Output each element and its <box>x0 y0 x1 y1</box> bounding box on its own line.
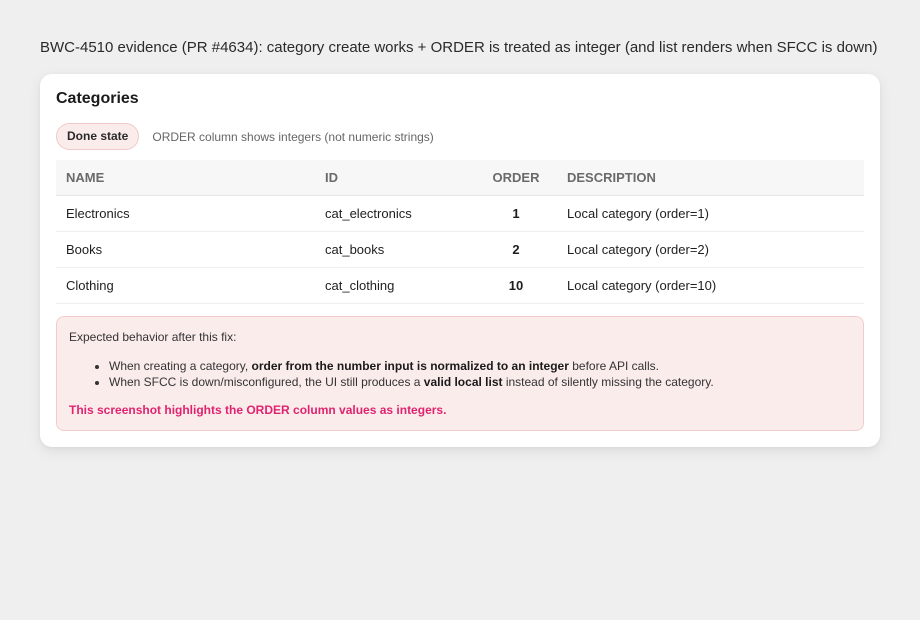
table-row[interactable]: Books cat_books 2 Local category (order=… <box>56 231 864 268</box>
cell-name: Clothing <box>56 267 315 304</box>
notice-highlight: This screenshot highlights the ORDER col… <box>69 403 447 417</box>
cell-description: Local category (order=10) <box>557 267 864 304</box>
cell-order: 2 <box>475 231 557 268</box>
card-title: Categories <box>56 90 139 107</box>
cell-id: cat_clothing <box>315 267 475 304</box>
cell-name: Books <box>56 231 315 268</box>
list-item-emphasis: order from the number input is normalize… <box>251 359 569 373</box>
expected-behavior-notice: Expected behavior after this fix: When c… <box>56 316 864 431</box>
column-header-order[interactable]: ORDER <box>475 160 557 196</box>
cell-name: Electronics <box>56 195 315 232</box>
list-item-text: When creating a category, <box>109 359 252 373</box>
status-row: Done state ORDER column shows integers (… <box>56 123 434 150</box>
list-item: When SFCC is down/misconfigured, the UI … <box>109 374 851 390</box>
table-header-row: NAME ID ORDER DESCRIPTION <box>56 160 864 196</box>
list-item-text: When SFCC is down/misconfigured, the UI … <box>109 375 424 389</box>
cell-id: cat_electronics <box>315 195 475 232</box>
cell-order: 10 <box>475 267 557 304</box>
notice-list: When creating a category, order from the… <box>69 358 851 390</box>
column-header-id[interactable]: ID <box>315 160 475 196</box>
categories-card: Categories Done state ORDER column shows… <box>40 74 880 447</box>
status-badge: Done state <box>56 123 140 150</box>
categories-table: NAME ID ORDER DESCRIPTION Electronics ca… <box>56 160 864 304</box>
cell-description: Local category (order=2) <box>557 231 864 268</box>
column-header-name[interactable]: NAME <box>56 160 315 196</box>
page-heading: BWC-4510 evidence (PR #4634): category c… <box>40 39 878 56</box>
cell-order: 1 <box>475 195 557 232</box>
status-note: ORDER column shows integers (not numeric… <box>152 129 434 144</box>
list-item: When creating a category, order from the… <box>109 358 851 374</box>
column-header-description[interactable]: DESCRIPTION <box>557 160 864 196</box>
list-item-text: before API calls. <box>568 359 659 373</box>
notice-title: Expected behavior after this fix: <box>69 330 237 344</box>
cell-id: cat_books <box>315 231 475 268</box>
list-item-text: instead of silently missing the category… <box>502 375 714 389</box>
table-row[interactable]: Clothing cat_clothing 10 Local category … <box>56 267 864 304</box>
cell-description: Local category (order=1) <box>557 195 864 232</box>
table-row[interactable]: Electronics cat_electronics 1 Local cate… <box>56 195 864 232</box>
list-item-emphasis: valid local list <box>423 375 503 389</box>
